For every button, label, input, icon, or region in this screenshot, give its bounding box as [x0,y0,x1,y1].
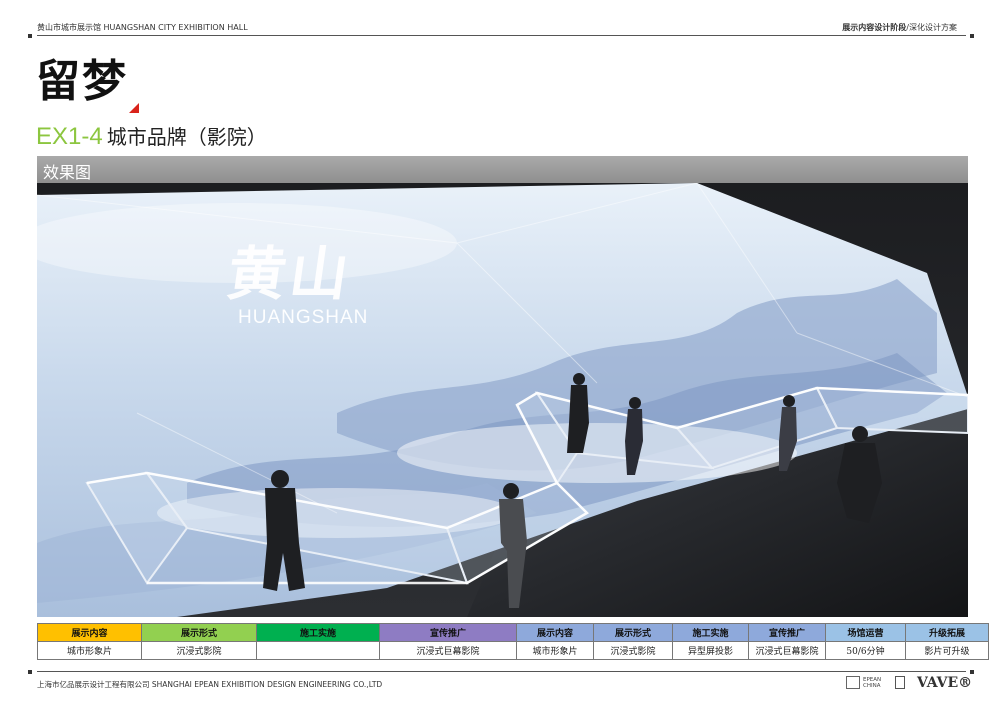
exhibit-code: EX1-4 [36,123,103,150]
header-rule [37,35,966,36]
corner-marker [970,34,974,38]
header-stage-bold: 展示内容设计阶段 [842,23,907,32]
table-cell: 沉浸式巨幕影院 [748,641,826,660]
table-cell: 50/6分钟 [825,641,906,660]
table-cell: 沉浸式影院 [593,641,673,660]
table-cell: 城市形象片 [516,641,594,660]
table-header-cell: 宣传推广 [748,623,826,642]
vave-logo: VAVE® [917,675,973,691]
exhibit-name: 城市品牌（影院） [106,125,267,149]
epean-logo: EPEAN CHINA [846,676,885,689]
footer-company: 上海市亿品展示设计工程有限公司 SHANGHAI EPEAN EXHIBITIO… [37,680,383,689]
table-header-cell: 展示内容 [37,623,142,642]
table-header-cell: 施工实施 [672,623,749,642]
title-accent-triangle [129,103,139,113]
book-icon [895,676,905,689]
header-project-name: 黄山市城市展示馆 HUANGSHAN CITY EXHIBITION HALL [37,23,248,32]
section-bar: 效果图 [37,156,968,183]
table-header-cell: 升级拓展 [905,623,989,642]
table-header-cell: 施工实施 [256,623,380,642]
table-header-cell: 宣传推广 [379,623,517,642]
table-header-cell: 场馆运营 [825,623,906,642]
corner-marker [28,34,32,38]
table-header-cell: 展示内容 [516,623,594,642]
corner-marker [970,670,974,674]
exhibit-subtitle: EX1-4 城市品牌（影院） [36,125,267,149]
page-title: 留梦 [36,56,128,107]
table-cell: 沉浸式影院 [141,641,257,660]
table-cell: 沉浸式巨幕影院 [379,641,517,660]
table-cell [256,641,380,660]
exhibit-info-table: 展示内容 展示形式 施工实施 宣传推广 展示内容 展示形式 施工实施 宣传推广 … [37,623,989,660]
rendering-image: 黄山 HUANGSHAN [37,183,968,617]
rendering-scene [37,183,968,617]
table-header-cell: 展示形式 [141,623,257,642]
screen-title-english: HUANGSHAN [238,307,369,328]
corner-marker [28,670,32,674]
footer-rule [37,671,966,672]
epean-logo-text: EPEAN CHINA [863,676,882,689]
header-stage: 展示内容设计阶段/深化设计方案 [842,22,957,33]
table-header-cell: 展示形式 [593,623,673,642]
epean-logo-mark [846,676,860,689]
table-cell: 影片可升级 [905,641,989,660]
section-label: 效果图 [43,163,92,182]
table-header-row: 展示内容 展示形式 施工实施 宣传推广 展示内容 展示形式 施工实施 宣传推广 … [37,623,989,642]
table-row: 城市形象片 沉浸式影院 沉浸式巨幕影院 城市形象片 沉浸式影院 异型屏投影 沉浸… [37,641,989,660]
table-cell: 异型屏投影 [672,641,749,660]
table-cell: 城市形象片 [37,641,142,660]
screen-title-chinese: 黄山 [223,240,357,308]
header-stage-rest: /深化设计方案 [906,23,957,32]
